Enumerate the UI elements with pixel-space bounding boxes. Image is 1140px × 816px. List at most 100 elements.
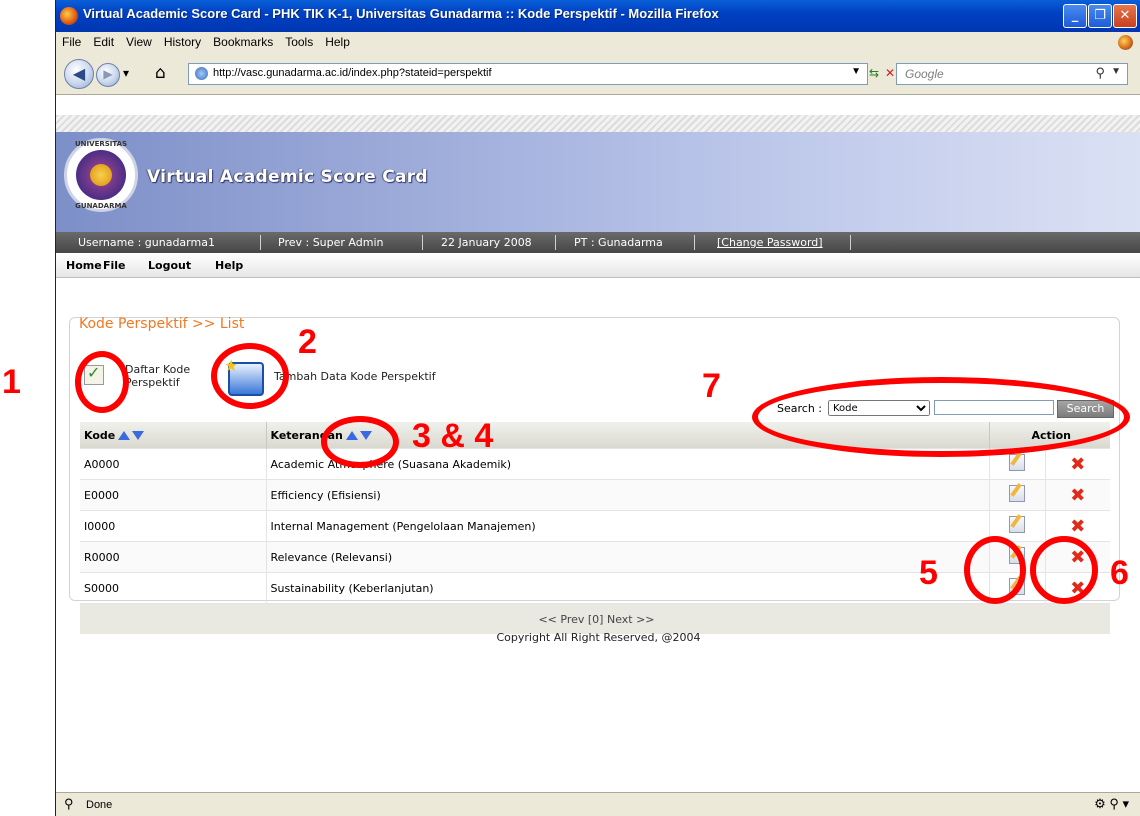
daftar-kode-link[interactable]: Daftar Kode Perspektif	[125, 363, 210, 389]
url-bar[interactable]: http://vasc.gunadarma.ac.id/index.php?st…	[188, 63, 868, 85]
copyright: Copyright All Right Reserved, @2004	[496, 631, 701, 644]
info-divider	[422, 235, 423, 250]
menu-tools[interactable]: Tools	[279, 32, 319, 49]
annotation-5: 5	[919, 554, 938, 592]
panel-title: Kode Perspektif >> List	[79, 316, 245, 332]
status-icons: ⚙ ⚲ ▾	[1094, 796, 1129, 811]
tambah-data-link[interactable]: Tambah Data Kode Perspektif	[274, 370, 436, 383]
pt-text: PT : Gunadarma	[574, 236, 663, 249]
stop-icon[interactable]: ✕	[885, 66, 895, 80]
close-button[interactable]: ✕	[1113, 4, 1137, 28]
date-text: 22 January 2008	[441, 236, 532, 249]
edit-cell	[989, 479, 1046, 511]
table-row: E0000 Efficiency (Efisiensi) ✖	[80, 479, 1110, 511]
menu-site-file[interactable]: File	[103, 259, 126, 272]
site-banner: UNIVERSITAS GUNADARMA Virtual Academic S…	[56, 132, 1140, 234]
search-engine-box[interactable]: Google ⚲ ▼	[896, 63, 1128, 85]
firefox-icon	[60, 7, 78, 25]
menu-view[interactable]: View	[120, 32, 158, 49]
university-seal-icon: UNIVERSITAS GUNADARMA	[64, 138, 138, 212]
cell-keterangan: Sustainability (Keberlanjutan)	[266, 572, 990, 604]
cell-keterangan: Internal Management (Pengelolaan Manajem…	[266, 510, 990, 542]
annotation-6: 6	[1110, 554, 1129, 592]
seal-text-top: UNIVERSITAS	[75, 140, 128, 148]
menu-edit[interactable]: Edit	[87, 32, 120, 49]
annotation-1: 1	[2, 363, 21, 401]
title-bar: Virtual Academic Score Card - PHK TIK K-…	[56, 0, 1140, 32]
seal-text-bottom: GUNADARMA	[75, 202, 127, 210]
edit-icon[interactable]	[1009, 516, 1025, 533]
annotation-ring-7	[752, 377, 1130, 457]
cell-kode: E0000	[80, 479, 267, 511]
pager-row: << Prev [0] Next >>	[80, 603, 1110, 634]
annotation-2: 2	[298, 323, 317, 361]
menu-logout[interactable]: Logout	[148, 259, 191, 272]
go-icon[interactable]: ⇆	[869, 66, 879, 80]
home-icon[interactable]: ⌂	[155, 63, 166, 83]
annotation-7: 7	[702, 367, 721, 405]
search-dropdown-icon[interactable]: ▼	[1111, 66, 1121, 77]
throbber-icon	[1118, 35, 1133, 50]
menu-site-help[interactable]: Help	[215, 259, 243, 272]
cell-kode: A0000	[80, 448, 267, 480]
edit-icon[interactable]	[1009, 454, 1025, 471]
menu-bar: File Edit View History Bookmarks Tools Help	[56, 32, 1140, 54]
table-row: R0000 Relevance (Relevansi) ✖	[80, 541, 1110, 573]
sort-down-icon[interactable]	[132, 431, 145, 440]
back-button[interactable]: ◀	[64, 59, 94, 89]
delete-cell: ✖	[1045, 448, 1110, 480]
menu-bookmarks[interactable]: Bookmarks	[207, 32, 279, 49]
edit-icon[interactable]	[1009, 485, 1025, 502]
user-info-bar: Username : gunadarma1 Prev : Super Admin…	[56, 232, 1140, 253]
cell-kode: S0000	[80, 572, 267, 604]
find-icon[interactable]: ⚲	[64, 796, 74, 812]
info-divider	[694, 235, 695, 250]
site-menu: Home File Logout Help	[56, 253, 1140, 278]
url-dropdown-icon[interactable]: ▼	[851, 66, 861, 77]
menu-help[interactable]: Help	[319, 32, 356, 49]
menu-history[interactable]: History	[158, 32, 207, 49]
kode-header-label: Kode	[84, 428, 116, 442]
annotation-ring-1	[75, 351, 129, 413]
maximize-button[interactable]: ❐	[1088, 4, 1112, 28]
url-text: http://vasc.gunadarma.ac.id/index.php?st…	[213, 67, 492, 79]
change-password-link[interactable]: [Change Password]	[717, 236, 823, 249]
annotation-ring-3-4	[321, 416, 399, 468]
seal-emblem	[76, 150, 126, 200]
table-row: I0000 Internal Management (Pengelolaan M…	[80, 510, 1110, 542]
table-row: S0000 Sustainability (Keberlanjutan) ✖	[80, 572, 1110, 604]
search-engine-placeholder: Google	[905, 67, 944, 81]
minimize-button[interactable]: _	[1063, 4, 1087, 28]
navigation-toolbar: ◀ ▶ ▾ ⌂ http://vasc.gunadarma.ac.id/inde…	[56, 54, 1140, 95]
username-text: Username : gunadarma1	[78, 236, 215, 249]
forward-button[interactable]: ▶	[96, 63, 120, 87]
site-favicon-icon	[195, 67, 208, 80]
delete-icon[interactable]: ✖	[1070, 485, 1085, 506]
annotation-ring-6	[1030, 536, 1098, 604]
delete-cell: ✖	[1045, 479, 1110, 511]
info-divider	[850, 235, 851, 250]
magnifier-icon[interactable]: ⚲	[1095, 65, 1105, 81]
delete-icon[interactable]: ✖	[1070, 516, 1085, 537]
cell-kode: I0000	[80, 510, 267, 542]
delete-icon[interactable]: ✖	[1070, 454, 1085, 475]
column-header-kode: Kode	[80, 422, 267, 449]
pager[interactable]: << Prev [0] Next >>	[80, 603, 1110, 634]
cell-keterangan: Efficiency (Efisiensi)	[266, 479, 990, 511]
menu-home[interactable]: Home	[66, 259, 102, 272]
status-bar: ⚲ Done ⚙ ⚲ ▾	[56, 792, 1140, 816]
annotation-ring-2	[211, 343, 289, 409]
annotation-3-4: 3 & 4	[412, 417, 494, 455]
site-brand: Virtual Academic Score Card	[147, 167, 428, 187]
history-dropdown-icon[interactable]: ▾	[123, 66, 129, 80]
status-text: Done	[86, 799, 113, 811]
menu-file[interactable]: File	[56, 32, 87, 49]
info-divider	[260, 235, 261, 250]
header-stripes	[56, 115, 1140, 132]
annotation-ring-5	[964, 536, 1026, 604]
cell-kode: R0000	[80, 541, 267, 573]
info-divider	[555, 235, 556, 250]
privilege-text: Prev : Super Admin	[278, 236, 384, 249]
sort-up-icon[interactable]	[118, 431, 131, 440]
cell-keterangan: Relevance (Relevansi)	[266, 541, 990, 573]
